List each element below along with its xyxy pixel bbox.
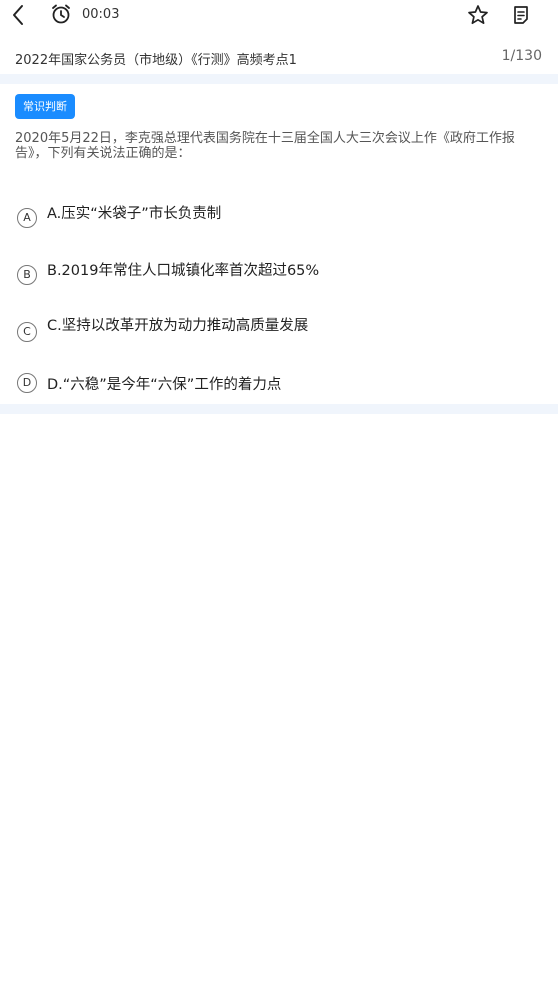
option-d-text: D.“六稳”是今年“六保”工作的着力点	[47, 377, 282, 393]
alarm-clock-icon	[52, 4, 70, 24]
section-divider	[0, 74, 558, 84]
option-a[interactable]: A A.压实“米袋子”市长负责制	[0, 196, 558, 232]
option-d-letter: D	[17, 373, 37, 393]
option-b-text: B.2019年常住人口城镇化率首次超过65%	[47, 263, 320, 279]
option-d[interactable]: D D.“六稳”是今年“六保”工作的着力点	[0, 369, 558, 405]
timer-text: 00:03	[82, 7, 120, 22]
option-c[interactable]: C C.坚持以改革开放为动力推动高质量发展	[0, 310, 558, 346]
option-c-letter: C	[17, 322, 37, 342]
option-b[interactable]: B B.2019年常住人口城镇化率首次超过65%	[0, 254, 558, 290]
question-stem: 2020年5月22日，李克强总理代表国务院在十三届全国人大三次会议上作《政府工作…	[15, 131, 515, 161]
option-a-text: A.压实“米袋子”市长负责制	[47, 206, 222, 222]
answer-sheet-button[interactable]	[509, 3, 533, 27]
answer-sheet-icon	[514, 6, 528, 24]
question-progress: 1/130	[501, 48, 542, 64]
favorite-button[interactable]	[466, 3, 490, 27]
option-b-letter: B	[17, 265, 37, 285]
section-divider-bottom	[0, 404, 558, 414]
paper-title: 2022年国家公务员（市地级）《行测》高频考点1	[15, 53, 297, 68]
timer-button[interactable]	[50, 3, 72, 25]
top-bar: 00:03	[0, 0, 558, 32]
question-type-badge: 常识判断	[15, 94, 75, 119]
option-a-letter: A	[17, 208, 37, 228]
question-card: 常识判断 2020年5月22日，李克强总理代表国务院在十三届全国人大三次会议上作…	[0, 84, 558, 404]
back-button[interactable]	[6, 2, 30, 28]
star-icon	[468, 5, 488, 25]
chevron-left-icon	[13, 5, 23, 25]
paper-header: 2022年国家公务员（市地级）《行测》高频考点1 1/130	[0, 40, 558, 74]
option-c-text: C.坚持以改革开放为动力推动高质量发展	[47, 318, 309, 334]
